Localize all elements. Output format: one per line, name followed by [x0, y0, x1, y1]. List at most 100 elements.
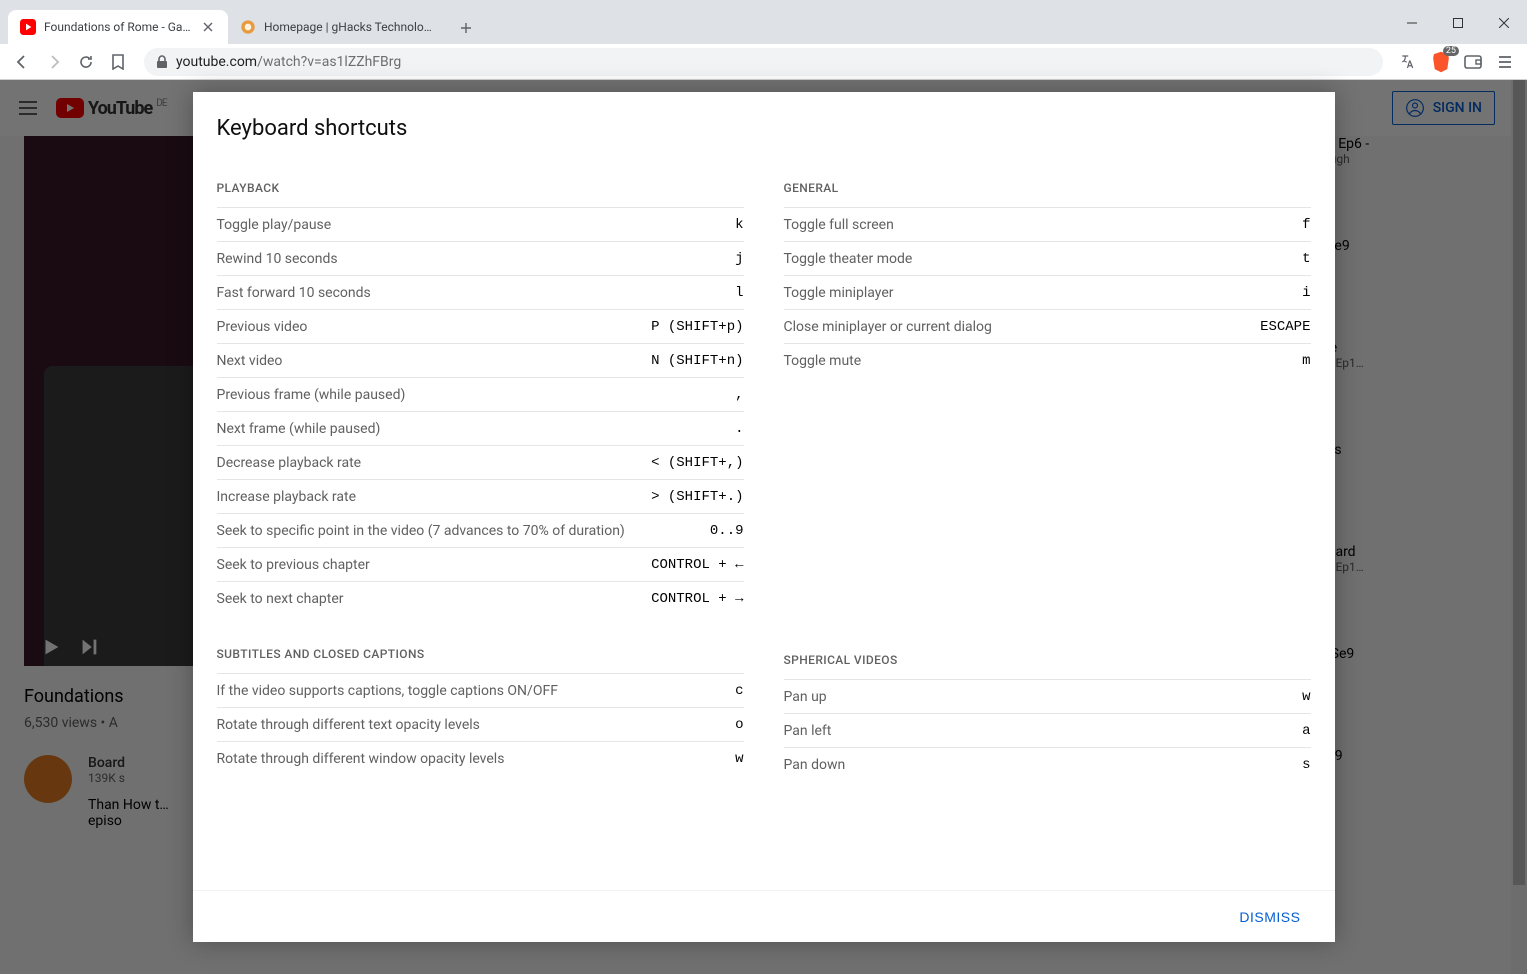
shortcut-key: N (SHIFT+n): [651, 353, 743, 369]
window-controls: [1389, 8, 1527, 38]
shortcut-row: Toggle miniplayeri: [784, 275, 1311, 309]
shield-count: 25: [1443, 46, 1459, 56]
tab-active[interactable]: Foundations of Rome - GameNig: [8, 10, 228, 44]
shortcut-row: Close miniplayer or current dialogESCAPE: [784, 309, 1311, 343]
tabstrip: Foundations of Rome - GameNig Homepage |…: [0, 8, 1527, 44]
section-header: SPHERICAL VIDEOS: [784, 653, 1311, 667]
reload-button[interactable]: [72, 48, 100, 76]
shortcut-key: w: [735, 751, 743, 767]
shortcut-desc: Previous frame (while paused): [217, 387, 736, 403]
shortcut-row: Rotate through different window opacity …: [217, 741, 744, 775]
dialog-scroll[interactable]: PLAYBACKToggle play/pausekRewind 10 seco…: [193, 141, 1335, 890]
shortcut-desc: Rotate through different text opacity le…: [217, 717, 736, 733]
minimize-button[interactable]: [1389, 8, 1435, 38]
shortcut-desc: Pan up: [784, 689, 1303, 705]
shortcut-row: Toggle mutem: [784, 343, 1311, 377]
page: YouTube DE SIGN IN Foundations 6,530 vie…: [0, 80, 1527, 974]
shortcut-row: Toggle theater modet: [784, 241, 1311, 275]
shortcut-row: Increase playback rate> (SHIFT+.): [217, 479, 744, 513]
shortcut-row: Seek to previous chapterCONTROL + ←: [217, 547, 744, 581]
shortcut-key: i: [1302, 285, 1310, 301]
shortcut-section: PLAYBACKToggle play/pausekRewind 10 seco…: [217, 181, 744, 615]
shortcut-key: w: [1302, 689, 1310, 705]
shortcut-row: Seek to next chapterCONTROL + →: [217, 581, 744, 615]
shortcut-row: If the video supports captions, toggle c…: [217, 673, 744, 707]
shortcut-desc: Previous video: [217, 319, 652, 335]
shortcut-key: ,: [735, 387, 743, 403]
translate-icon[interactable]: [1395, 48, 1423, 76]
brave-shield-icon[interactable]: 25: [1427, 48, 1455, 76]
shortcut-desc: Toggle mute: [784, 353, 1303, 369]
shortcut-desc: Toggle full screen: [784, 217, 1303, 233]
close-icon[interactable]: [200, 19, 216, 35]
shortcut-desc: Next video: [217, 353, 652, 369]
shortcut-row: Next videoN (SHIFT+n): [217, 343, 744, 377]
shortcut-key: k: [735, 217, 743, 233]
keyboard-shortcuts-dialog: Keyboard shortcuts PLAYBACKToggle play/p…: [193, 92, 1335, 942]
shortcut-section: SUBTITLES AND CLOSED CAPTIONS If the vide…: [217, 647, 744, 775]
shortcut-key: c: [735, 683, 743, 699]
shortcut-key: a: [1302, 723, 1310, 739]
back-button[interactable]: [8, 48, 36, 76]
shortcut-key: j: [735, 251, 743, 267]
shortcut-row: Next frame (while paused).: [217, 411, 744, 445]
shortcut-row: Toggle play/pausek: [217, 207, 744, 241]
wallet-icon[interactable]: [1459, 48, 1487, 76]
ghacks-favicon: [240, 19, 256, 35]
lock-icon: [156, 55, 168, 69]
shortcut-desc: Decrease playback rate: [217, 455, 652, 471]
shortcut-key: P (SHIFT+p): [651, 319, 743, 335]
bookmark-button[interactable]: [104, 48, 132, 76]
section-header: SUBTITLES AND CLOSED CAPTIONS: [217, 647, 744, 661]
address-bar[interactable]: youtube.com/watch?v=as1lZZhFBrg: [144, 48, 1383, 76]
youtube-favicon: [20, 19, 36, 35]
shortcut-row: Previous videoP (SHIFT+p): [217, 309, 744, 343]
menu-icon[interactable]: [1491, 48, 1519, 76]
shortcut-desc: Fast forward 10 seconds: [217, 285, 736, 301]
shortcut-row: Fast forward 10 secondsl: [217, 275, 744, 309]
shortcut-key: CONTROL + ←: [651, 557, 743, 573]
dismiss-button[interactable]: DISMISS: [1223, 899, 1316, 935]
shortcut-desc: Toggle theater mode: [784, 251, 1303, 267]
new-tab-button[interactable]: [452, 14, 480, 42]
shortcut-key: .: [735, 421, 743, 437]
shortcut-key: < (SHIFT+,): [651, 455, 743, 471]
shortcut-desc: Pan left: [784, 723, 1303, 739]
shortcut-key: f: [1302, 217, 1310, 233]
shortcut-key: s: [1302, 757, 1310, 773]
shortcut-row: Pan lefta: [784, 713, 1311, 747]
shortcut-row: Pan downs: [784, 747, 1311, 781]
url-text: youtube.com/watch?v=as1lZZhFBrg: [176, 54, 401, 70]
forward-button[interactable]: [40, 48, 68, 76]
shortcut-desc: Toggle play/pause: [217, 217, 736, 233]
shortcut-section: GENERALToggle full screenfToggle theater…: [784, 181, 1311, 377]
shortcut-key: l: [735, 285, 743, 301]
shortcut-row: Toggle full screenf: [784, 207, 1311, 241]
shortcut-key: CONTROL + →: [651, 591, 743, 607]
toolbar: youtube.com/watch?v=as1lZZhFBrg 25: [0, 44, 1527, 80]
shortcut-desc: Rewind 10 seconds: [217, 251, 736, 267]
shortcut-row: Rotate through different text opacity le…: [217, 707, 744, 741]
maximize-button[interactable]: [1435, 8, 1481, 38]
titlebar: [0, 0, 1527, 8]
section-header: GENERAL: [784, 181, 1311, 195]
shortcut-desc: Seek to previous chapter: [217, 557, 652, 573]
shortcut-key: m: [1302, 353, 1310, 369]
shortcut-desc: Pan down: [784, 757, 1303, 773]
dialog-title: Keyboard shortcuts: [217, 116, 1311, 141]
shortcut-key: o: [735, 717, 743, 733]
shortcut-section: SPHERICAL VIDEOSPan upwPan leftaPan down…: [784, 653, 1311, 781]
shortcut-desc: Increase playback rate: [217, 489, 652, 505]
close-window-button[interactable]: [1481, 8, 1527, 38]
shortcut-desc: Toggle miniplayer: [784, 285, 1303, 301]
shortcut-row: Previous frame (while paused),: [217, 377, 744, 411]
shortcut-desc: Next frame (while paused): [217, 421, 736, 437]
shortcut-key: > (SHIFT+.): [651, 489, 743, 505]
tab-inactive[interactable]: Homepage | gHacks Technology News: [228, 10, 448, 44]
shortcut-row: Pan upw: [784, 679, 1311, 713]
shortcut-desc: If the video supports captions, toggle c…: [217, 683, 736, 699]
shortcut-row: Seek to specific point in the video (7 a…: [217, 513, 744, 547]
tab-title: Foundations of Rome - GameNig: [44, 20, 192, 34]
shortcut-row: Decrease playback rate< (SHIFT+,): [217, 445, 744, 479]
shortcut-desc: Seek to specific point in the video (7 a…: [217, 523, 710, 539]
